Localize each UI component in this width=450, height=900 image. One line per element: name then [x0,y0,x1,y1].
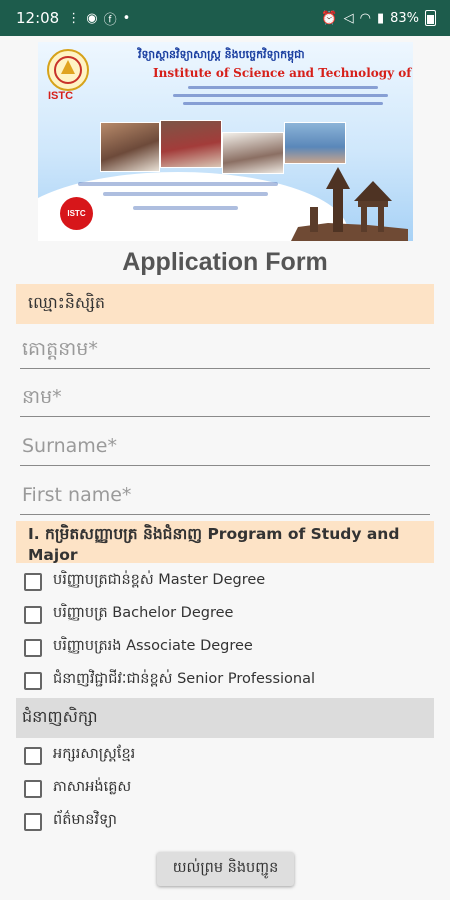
degree-option-master[interactable]: បរិញ្ញាបត្រជាន់ខ្ពស់ Master Degree [24,571,265,592]
degree-label: ជំនាញវិជ្ជាជីវៈជាន់ខ្ពស់ Senior Professi… [53,671,316,687]
status-time: 12:08 [16,9,60,27]
major-label: អក្សរសាស្ត្រខ្មែរ [53,746,136,762]
degree-label: បរិញ្ញាបត្ររង Associate Degree [53,638,253,654]
family-name-khmer-input[interactable] [20,333,430,369]
degree-option-bachelor[interactable]: បរិញ្ញាបត្រ Bachelor Degree [24,604,233,625]
classroom-photo-1 [100,122,160,172]
logo-text: ISTC [48,90,74,102]
submit-button[interactable]: យល់ព្រម និងបញ្ជូន [157,852,294,886]
degree-option-senior-professional[interactable]: ជំនាញវិជ្ជាជីវៈជាន់ខ្ពស់ Senior Professi… [24,670,315,691]
surname-input[interactable] [20,430,430,466]
major-label: ភាសាអង់គ្លេស [53,779,132,795]
alarm-icon: ⏰ [321,10,338,26]
status-bar: 12:08 ⋮ ◉ ⓕ • ⏰ ◁ ◠ ▮ 83% [0,0,450,36]
messenger-icon: ◉ [86,10,98,26]
degree-label: បរិញ្ញាបត្រជាន់ខ្ពស់ Master Degree [53,572,266,588]
classroom-photo-2 [160,120,222,168]
facebook-icon: ⓕ [103,12,117,28]
classroom-photo-3 [222,132,284,174]
dot-icon: • [122,10,131,26]
wifi-icon: ◠ [359,10,371,26]
page-title: Application Form [122,248,328,276]
section-program-of-study: I. កម្រិតសញ្ញាបត្រ និងជំនាញ Program of S… [16,521,434,563]
institute-banner: ISTC វិទ្យាស្ថានវិទ្យាសាស្ត្រ និងបច្ចេកវ… [38,42,413,241]
battery-percent: 83% [390,10,419,26]
section-student-name: ឈ្មោះនិស្សិត [16,284,434,324]
notification-icon: ⋮ [67,10,81,26]
checkbox[interactable] [24,572,42,591]
checkbox[interactable] [24,779,42,798]
istc-logo-icon [47,49,89,91]
battery-icon [425,10,436,26]
istc-badge: ISTC [60,197,93,230]
section-majors: ជំនាញសិក្សា [16,698,434,738]
major-option-it[interactable]: ព័ត៌មានវិទ្យា [24,811,117,832]
signal-icon: ▮ [376,10,385,26]
major-option-khmer-literature[interactable]: អក្សរសាស្ត្រខ្មែរ [24,745,135,766]
major-option-english[interactable]: ភាសាអង់គ្លេស [24,778,131,799]
checkbox[interactable] [24,671,42,690]
checkbox[interactable] [24,746,42,765]
major-label: ព័ត៌មានវិទ្យា [53,812,117,828]
temple-illustration [291,167,408,241]
degree-option-associate[interactable]: បរិញ្ញាបត្ររង Associate Degree [24,637,253,658]
checkbox[interactable] [24,605,42,624]
banner-title-khmer: វិទ្យាស្ថានវិទ្យាសាស្ត្រ និងបច្ចេកវិទ្យា… [138,48,305,61]
degree-label: បរិញ្ញាបត្រ Bachelor Degree [53,605,234,621]
checkbox[interactable] [24,638,42,657]
banner-title-english: Institute of Science and Technology of C… [153,66,413,80]
first-name-input[interactable] [20,479,430,515]
mute-icon: ◁ [343,10,354,26]
checkbox[interactable] [24,812,42,831]
given-name-khmer-input[interactable] [20,381,430,417]
